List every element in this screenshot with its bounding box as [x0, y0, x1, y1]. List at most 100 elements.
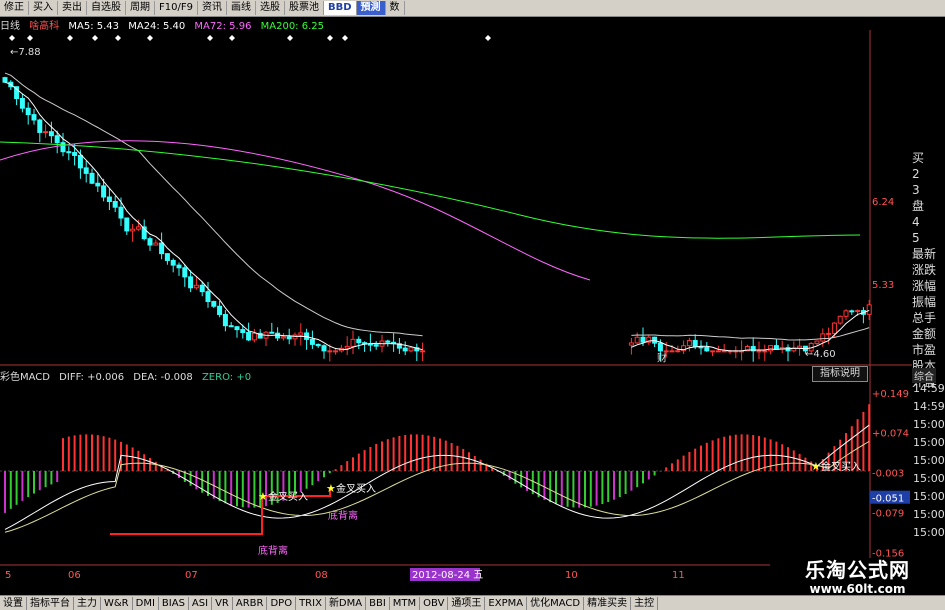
candle-body [420, 350, 426, 353]
candle-body [762, 350, 768, 353]
toolbar-button-4[interactable]: 周期 [126, 1, 155, 15]
candle-body [101, 185, 107, 198]
toolbar-button-11[interactable]: 預測 [356, 1, 386, 15]
candle-body [251, 332, 257, 341]
candle-body [95, 182, 101, 187]
toolbar: 修正 买入 卖出 自选股 周期 F10/F9 资讯 画线 选股 股票池 BBD 預測数 [0, 0, 945, 17]
date-label: 07 [185, 570, 198, 581]
signal-diamond [9, 35, 15, 41]
indicator-tab[interactable]: BIAS [159, 596, 189, 610]
candle-body [66, 151, 72, 154]
toolbar-button-3[interactable]: 自选股 [87, 1, 126, 15]
quote-side-panel: 买23盘45最新涨跌涨幅振幅总手金额市盈股本外盘 [912, 150, 945, 390]
toolbar-button-12[interactable]: 数 [386, 1, 405, 15]
candle-body [831, 322, 837, 334]
candle-body [147, 238, 153, 246]
ma5-line [4, 81, 870, 352]
candle-body [669, 350, 675, 353]
divergence-label: 底背离 [328, 509, 358, 522]
toolbar-button-1[interactable]: 买入 [29, 1, 58, 15]
toolbar-button-10[interactable]: BBD [323, 1, 357, 15]
side-label: 3 [912, 183, 920, 197]
candle-body [153, 242, 159, 246]
candle-body [83, 167, 89, 174]
candle-body [855, 310, 861, 313]
candle-body [37, 119, 43, 133]
toolbar-button-9[interactable]: 股票池 [285, 1, 324, 15]
toolbar-button-7[interactable]: 画线 [227, 1, 256, 15]
indicator-tab[interactable]: 主力 [74, 596, 101, 610]
indicator-tab[interactable]: MTM [390, 596, 421, 610]
indicator-tab[interactable]: BBI [366, 596, 390, 610]
candle-body [135, 226, 141, 230]
candle-body [48, 131, 54, 137]
candle-body [60, 142, 66, 153]
stock-chart: 6.24 5.33 ←7.88 ←4.60 财 +0.149 +0.074 -0.003 -0.… [0, 30, 912, 581]
indicator-tab[interactable]: 优化MACD [527, 596, 585, 610]
candle-body [373, 344, 379, 347]
candle-body [72, 152, 78, 156]
candle-body [385, 340, 391, 343]
macd-diff-line [4, 424, 870, 530]
candle-body [222, 314, 228, 327]
candle-body [692, 340, 698, 348]
indicator-tab[interactable]: 设置 [0, 596, 27, 610]
candle-body [112, 201, 118, 208]
signal-diamond [147, 35, 153, 41]
candle-body [315, 343, 321, 347]
side-label: 盘 [912, 199, 925, 213]
ma24-line [4, 72, 870, 341]
signal-diamond [485, 35, 491, 41]
candle-body [710, 350, 716, 353]
candle-body [675, 350, 681, 353]
time-column: 14:59 14:59 15:00 15:00 15:00 15:00 15:00 15:00… [913, 380, 945, 542]
toolbar-button-5[interactable]: F10/F9 [155, 1, 198, 15]
candle-body [837, 315, 843, 324]
candle-body [721, 350, 727, 353]
time-label: 14:59 [913, 400, 945, 413]
candle-body [234, 326, 240, 331]
candle-body [756, 350, 762, 353]
macd-tick: -0.003 [872, 469, 904, 480]
candle-body [408, 347, 414, 352]
toolbar-button-2[interactable]: 卖出 [58, 1, 87, 15]
indicator-tab[interactable]: W&R [101, 596, 133, 610]
indicator-tab[interactable]: OBV [420, 596, 449, 610]
indicator-tab[interactable]: ARBR [233, 596, 268, 610]
candle-body [298, 332, 304, 336]
candle-body [182, 267, 188, 278]
indicator-tab[interactable]: 通项王 [448, 596, 486, 610]
low-marker: ←4.60 [805, 349, 836, 360]
macd-info-bar: 彩色MACD DIFF: +0.006 DEA: -0.008 ZERO: +0 [0, 368, 257, 383]
candle-body [124, 217, 130, 232]
candle-body [240, 329, 246, 334]
indicator-tab[interactable]: DMI [133, 596, 159, 610]
toolbar-button-6[interactable]: 资讯 [198, 1, 227, 15]
time-label: 15:00 [913, 526, 945, 539]
side-label: 买 [912, 151, 925, 165]
toolbar-button-0[interactable]: 修正 [0, 1, 29, 15]
indicator-tab[interactable]: 精准买卖 [584, 596, 632, 610]
indicator-tab[interactable]: ASI [189, 596, 213, 610]
candle-body [2, 77, 8, 83]
macd-tick: -0.079 [872, 508, 904, 519]
indicator-help-button[interactable]: 指标说明 [812, 366, 868, 382]
side-label: 总手 [912, 311, 937, 325]
indicator-tab[interactable]: EXPMA [485, 596, 528, 610]
date-label: 10 [565, 570, 578, 581]
signal-diamond [27, 35, 33, 41]
candle-body [826, 332, 832, 335]
indicator-tab[interactable]: 指标平台 [27, 596, 74, 610]
indicator-tab[interactable]: DPO [267, 596, 297, 610]
candle-body [663, 350, 669, 353]
candle-body [199, 284, 205, 293]
indicator-tab[interactable]: 主控 [631, 596, 659, 610]
indicator-tab[interactable]: 新DMA [326, 596, 367, 610]
indicator-tab[interactable]: VR [212, 596, 233, 610]
toolbar-button-8[interactable]: 选股 [256, 1, 285, 15]
candle-body [188, 276, 194, 289]
indicator-tab[interactable]: TRIX [296, 596, 326, 610]
candle-body [176, 264, 182, 269]
candle-body [205, 291, 211, 303]
side-label: 振幅 [912, 295, 937, 309]
